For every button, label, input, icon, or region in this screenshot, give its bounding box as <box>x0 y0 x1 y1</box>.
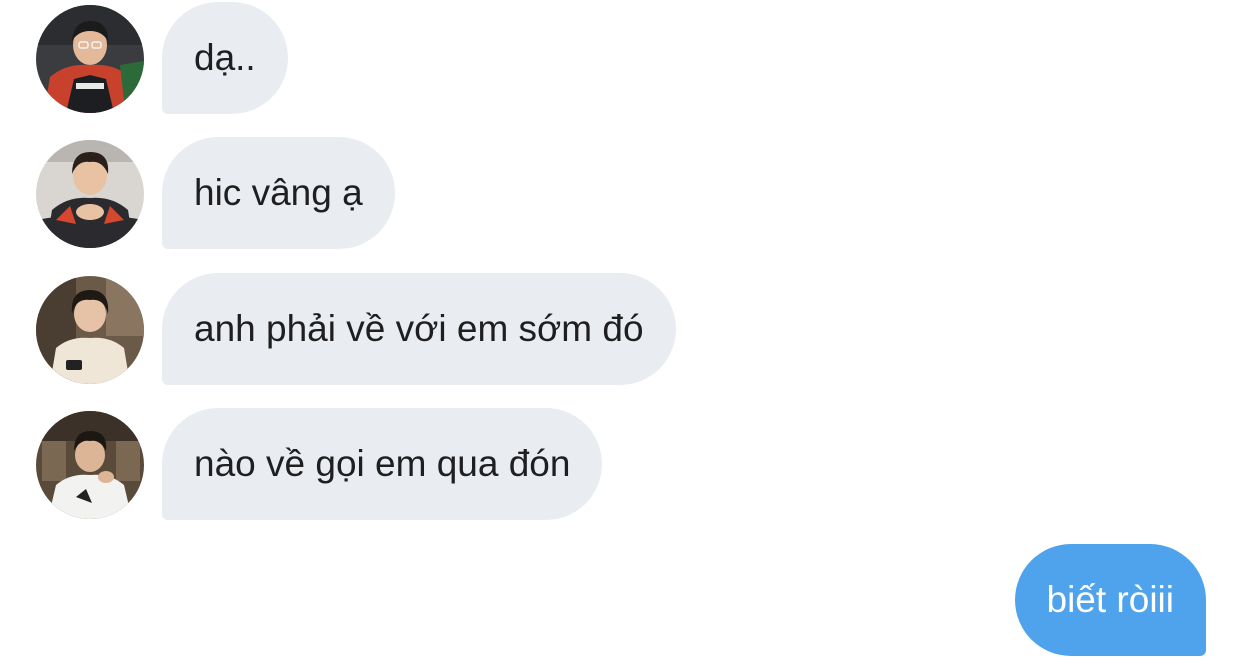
message-row: nào về gọi em qua đón <box>0 408 1242 520</box>
message-row: hic vâng ạ <box>0 137 1242 249</box>
avatar[interactable] <box>36 276 144 384</box>
avatar[interactable] <box>36 411 144 519</box>
profile-photo-icon <box>36 140 144 248</box>
message-row: dạ.. <box>0 2 1242 114</box>
incoming-message-bubble[interactable]: nào về gọi em qua đón <box>162 408 603 520</box>
incoming-message-bubble[interactable]: dạ.. <box>162 2 288 114</box>
incoming-message-bubble[interactable]: anh phải về với em sớm đó <box>162 273 676 385</box>
message-row: anh phải về với em sớm đó <box>0 273 1242 385</box>
profile-photo-icon <box>36 276 144 384</box>
profile-photo-icon <box>36 5 144 113</box>
incoming-message-bubble[interactable]: hic vâng ạ <box>162 137 395 249</box>
outgoing-message-bubble[interactable]: biết ròiii <box>1014 544 1206 656</box>
profile-photo-icon <box>36 411 144 519</box>
avatar[interactable] <box>36 5 144 113</box>
avatar[interactable] <box>36 140 144 248</box>
